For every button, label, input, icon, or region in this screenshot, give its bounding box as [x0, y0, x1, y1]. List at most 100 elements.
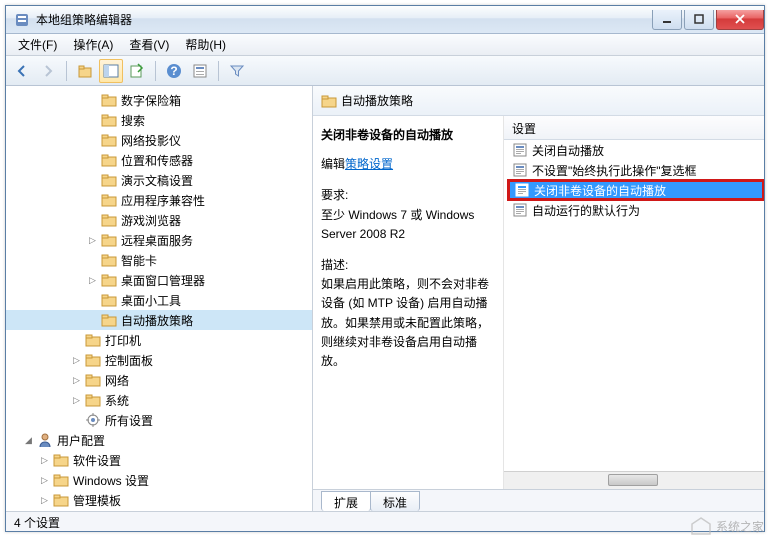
- tree-item[interactable]: 位置和传感器: [6, 150, 312, 170]
- expand-icon: [70, 334, 83, 347]
- app-icon: [14, 12, 30, 28]
- folder-icon: [101, 252, 117, 268]
- tree-item[interactable]: ▷软件设置: [6, 450, 312, 470]
- scroll-thumb[interactable]: [608, 474, 658, 486]
- tree-item[interactable]: ▷ 控制面板: [6, 350, 312, 370]
- tree-item[interactable]: 数字保险箱: [6, 90, 312, 110]
- expand-icon[interactable]: ▷: [70, 354, 83, 367]
- folder-icon: [101, 312, 117, 328]
- edit-policy-link[interactable]: 策略设置: [345, 157, 393, 171]
- settings-column-header[interactable]: 设置: [504, 116, 764, 140]
- expand-icon[interactable]: ▷: [38, 454, 51, 467]
- tree-label: Windows 设置: [73, 472, 149, 489]
- setting-item[interactable]: 自动运行的默认行为: [508, 200, 764, 220]
- back-button[interactable]: [10, 59, 34, 83]
- expand-icon[interactable]: ▷: [38, 494, 51, 507]
- window-title: 本地组策略编辑器: [36, 11, 652, 28]
- expand-icon: [86, 94, 99, 107]
- expand-icon: [86, 154, 99, 167]
- tree-label: 管理模板: [73, 492, 121, 509]
- tree-item[interactable]: 演示文稿设置: [6, 170, 312, 190]
- expand-icon[interactable]: ▷: [86, 234, 99, 247]
- settings-list[interactable]: 关闭自动播放不设置"始终执行此操作"复选框关闭非卷设备的自动播放自动运行的默认行…: [504, 140, 764, 471]
- expand-icon[interactable]: ▷: [70, 374, 83, 387]
- expand-icon: [86, 214, 99, 227]
- minimize-button[interactable]: [652, 10, 682, 30]
- tree-item[interactable]: 搜索: [6, 110, 312, 130]
- expand-icon: [86, 314, 99, 327]
- tree-label: 系统: [105, 392, 129, 409]
- tree-item[interactable]: ▷ 系统: [6, 390, 312, 410]
- svg-text:?: ?: [170, 64, 177, 78]
- filter-button[interactable]: [225, 59, 249, 83]
- tree-item[interactable]: 网络投影仪: [6, 130, 312, 150]
- expand-icon[interactable]: ▷: [70, 394, 83, 407]
- tab-extended[interactable]: 扩展: [321, 491, 371, 511]
- setting-item[interactable]: 关闭非卷设备的自动播放: [508, 180, 764, 200]
- menu-action[interactable]: 操作(A): [65, 34, 121, 55]
- tree-item[interactable]: 智能卡: [6, 250, 312, 270]
- expand-icon: [86, 134, 99, 147]
- tree-item[interactable]: ▷桌面窗口管理器: [6, 270, 312, 290]
- tree-item[interactable]: ◢用户配置: [6, 430, 312, 450]
- details-header-text: 自动播放策略: [341, 92, 413, 109]
- tree-label: 演示文稿设置: [121, 172, 193, 189]
- folder-icon: [101, 172, 117, 188]
- menu-help[interactable]: 帮助(H): [177, 34, 234, 55]
- tree-label: 控制面板: [105, 352, 153, 369]
- folder-icon: [101, 152, 117, 168]
- properties-button[interactable]: [188, 59, 212, 83]
- expand-icon: [86, 254, 99, 267]
- tree-pane[interactable]: 数字保险箱搜索网络投影仪位置和传感器演示文稿设置应用程序兼容性游戏浏览器▷远程桌…: [6, 86, 313, 511]
- folder-icon: [101, 212, 117, 228]
- tree-item[interactable]: 桌面小工具: [6, 290, 312, 310]
- tree-item[interactable]: 打印机: [6, 330, 312, 350]
- toolbar: ?: [6, 56, 764, 86]
- folder-icon: [101, 112, 117, 128]
- horizontal-scrollbar[interactable]: [504, 471, 764, 489]
- export-button[interactable]: [125, 59, 149, 83]
- details-pane: 自动播放策略 关闭非卷设备的自动播放 编辑策略设置 要求: 至少 Windows…: [313, 86, 764, 511]
- setting-label: 关闭自动播放: [532, 142, 604, 159]
- menu-file[interactable]: 文件(F): [10, 34, 65, 55]
- tree-item[interactable]: 应用程序兼容性: [6, 190, 312, 210]
- tree-item[interactable]: ▷ Windows 设置: [6, 470, 312, 490]
- folder-icon: [85, 332, 101, 348]
- tree-item[interactable]: 游戏浏览器: [6, 210, 312, 230]
- tree-label: 搜索: [121, 112, 145, 129]
- menu-view[interactable]: 查看(V): [121, 34, 177, 55]
- setting-item[interactable]: 不设置"始终执行此操作"复选框: [508, 160, 764, 180]
- tree-item[interactable]: 所有设置: [6, 410, 312, 430]
- tab-standard[interactable]: 标准: [370, 491, 420, 511]
- folder-icon: [101, 92, 117, 108]
- requirements-text: 至少 Windows 7 或 Windows Server 2008 R2: [321, 206, 495, 244]
- close-button[interactable]: [716, 10, 764, 30]
- description-text: 如果启用此策略，则不会对非卷设备 (如 MTP 设备) 启用自动播放。如果禁用或…: [321, 275, 495, 371]
- folder-icon: [85, 372, 101, 388]
- expand-icon[interactable]: ▷: [86, 274, 99, 287]
- tree-item[interactable]: 自动播放策略: [6, 310, 312, 330]
- show-hide-tree-button[interactable]: [99, 59, 123, 83]
- up-button[interactable]: [73, 59, 97, 83]
- help-button[interactable]: ?: [162, 59, 186, 83]
- settings-icon: [85, 412, 101, 428]
- tree-label: 所有设置: [105, 412, 153, 429]
- tree-label: 打印机: [105, 332, 141, 349]
- forward-button[interactable]: [36, 59, 60, 83]
- tree-item[interactable]: ▷网络: [6, 370, 312, 390]
- maximize-button[interactable]: [684, 10, 714, 30]
- tree-item[interactable]: ▷ 管理模板: [6, 490, 312, 510]
- edit-prefix: 编辑: [321, 157, 345, 171]
- expand-icon[interactable]: ◢: [22, 434, 35, 447]
- folder-icon: [53, 452, 69, 468]
- folder-icon: [101, 192, 117, 208]
- description-label: 描述:: [321, 256, 495, 275]
- expand-icon: [86, 174, 99, 187]
- setting-item[interactable]: 关闭自动播放: [508, 140, 764, 160]
- titlebar[interactable]: 本地组策略编辑器: [6, 6, 764, 34]
- folder-icon: [85, 392, 101, 408]
- settings-column: 设置 关闭自动播放不设置"始终执行此操作"复选框关闭非卷设备的自动播放自动运行的…: [503, 116, 764, 489]
- expand-icon[interactable]: ▷: [38, 474, 51, 487]
- tree-item[interactable]: ▷远程桌面服务: [6, 230, 312, 250]
- setting-label: 自动运行的默认行为: [532, 202, 640, 219]
